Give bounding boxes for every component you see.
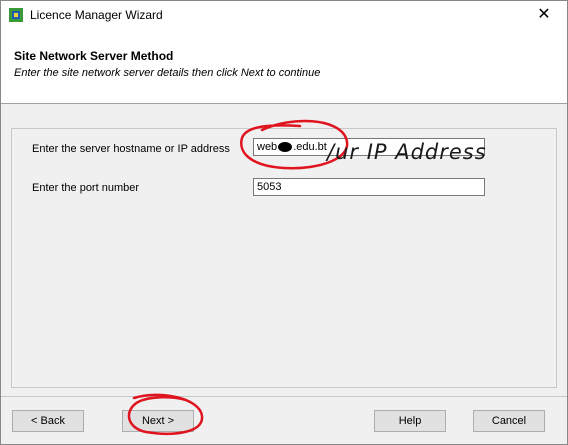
app-icon [9,8,23,22]
page-subtitle: Enter the site network server details th… [14,67,321,79]
wizard-header: Site Network Server Method Enter the sit… [1,29,567,104]
back-button[interactable]: < Back [12,410,84,432]
hostname-value: web [257,141,278,153]
redaction-scribble [278,142,293,153]
cancel-button[interactable]: Cancel [473,410,545,432]
window-title: Licence Manager Wizard [30,8,163,22]
title-bar: Licence Manager Wizard ✕ [1,1,567,29]
hostname-label: Enter the server hostname or IP address [32,143,230,155]
wizard-footer: < Back Next > Help Cancel [1,397,567,444]
hostname-suffix: .edu.bt [293,141,327,153]
settings-panel: Enter the server hostname or IP address … [11,128,557,388]
wizard-window: Licence Manager Wizard ✕ Site Network Se… [0,0,568,445]
close-button[interactable]: ✕ [521,1,567,29]
hostname-input[interactable]: web .edu.bt [253,138,485,156]
port-input[interactable]: 5053 [253,178,485,196]
page-title: Site Network Server Method [14,49,174,63]
port-value: 5053 [257,181,282,193]
help-button[interactable]: Help [374,410,446,432]
next-button[interactable]: Next > [122,410,194,432]
port-label: Enter the port number [32,182,140,194]
close-icon: ✕ [537,6,551,23]
